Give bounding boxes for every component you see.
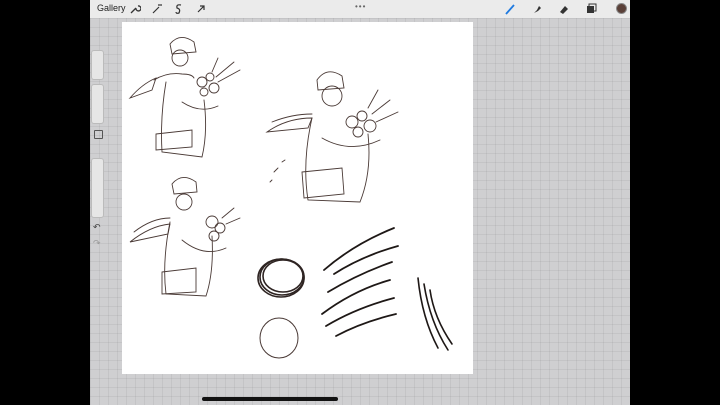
line-strokes <box>321 227 399 337</box>
figure-sketch-1 <box>128 37 241 158</box>
figure-sketch-2 <box>265 71 399 203</box>
undo-icon[interactable]: ↶ <box>93 222 101 233</box>
side-toolbar: ↶ ↷ <box>91 50 105 255</box>
selection-icon[interactable] <box>172 2 186 16</box>
brush-icon[interactable] <box>503 2 517 16</box>
brush-size-slider-top[interactable] <box>91 50 104 80</box>
procreate-screen: Gallery ••• ↶ ↷ <box>90 0 630 405</box>
redo-icon[interactable]: ↷ <box>93 238 101 249</box>
opacity-slider[interactable] <box>91 158 104 218</box>
smudge-icon[interactable] <box>530 2 544 16</box>
magic-wand-icon[interactable] <box>150 2 164 16</box>
gallery-button[interactable]: Gallery <box>97 3 126 13</box>
vertical-strokes <box>417 277 453 351</box>
more-options-icon[interactable]: ••• <box>355 2 366 11</box>
circle-stroke-thin <box>259 317 299 359</box>
brush-size-slider[interactable] <box>91 84 104 124</box>
sketch-artwork <box>128 37 453 359</box>
circle-strokes <box>257 258 305 298</box>
color-picker-button[interactable] <box>616 3 627 14</box>
transform-arrow-icon[interactable] <box>194 2 208 16</box>
wrench-icon[interactable] <box>128 2 142 16</box>
eraser-icon[interactable] <box>557 2 571 16</box>
modify-button[interactable] <box>94 130 103 139</box>
drawing-canvas[interactable] <box>122 22 473 374</box>
layers-icon[interactable] <box>584 2 598 16</box>
home-indicator[interactable] <box>202 397 338 401</box>
top-toolbar: Gallery ••• <box>90 0 630 18</box>
figure-sketch-3 <box>129 177 241 297</box>
